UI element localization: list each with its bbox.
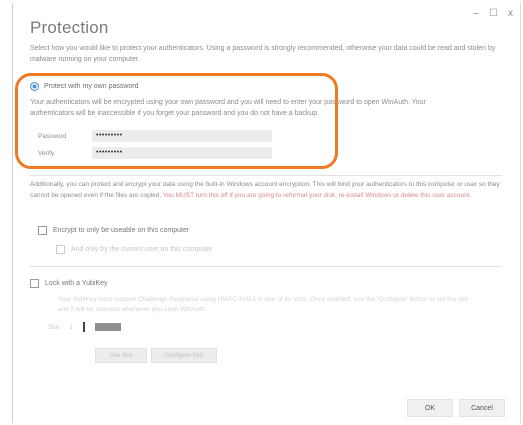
ok-button[interactable]: OK bbox=[407, 399, 453, 417]
cancel-button[interactable]: Cancel bbox=[459, 399, 505, 417]
slot-cursor bbox=[82, 322, 85, 332]
encrypt-option[interactable]: Encrypt to only be useable on this compu… bbox=[38, 226, 189, 235]
dialog-title: Protection bbox=[30, 18, 109, 37]
encrypt-checkbox[interactable] bbox=[38, 226, 47, 235]
windows-encryption-warning: You MUST turn this off if you are going … bbox=[162, 191, 472, 199]
yubikey-option[interactable]: Lock with a YubiKey bbox=[30, 279, 108, 288]
divider bbox=[30, 175, 502, 176]
yubikey-slot-row: Slot 1 bbox=[48, 322, 121, 332]
windows-encryption-description: Additionally, you can protect and encryp… bbox=[30, 180, 505, 201]
maximize-icon[interactable]: ☐ bbox=[489, 9, 498, 19]
slot-label: Slot bbox=[48, 323, 60, 331]
encrypt-label: Encrypt to only be useable on this compu… bbox=[53, 227, 190, 234]
configure-slot-button: Configure Slot bbox=[151, 348, 217, 363]
protection-dialog bbox=[12, 3, 521, 423]
user-only-checkbox bbox=[56, 245, 65, 254]
user-only-label: And only by the current user on this com… bbox=[71, 246, 213, 253]
use-slot-button: Use Slot bbox=[95, 348, 147, 363]
minimize-icon[interactable]: – bbox=[473, 9, 479, 19]
yubikey-description: Your YubiKey must support Challenge-Resp… bbox=[58, 296, 469, 313]
close-icon[interactable]: x bbox=[508, 9, 513, 19]
divider bbox=[30, 266, 502, 267]
yubikey-label: Lock with a YubiKey bbox=[45, 280, 108, 287]
slot-number: 1 bbox=[69, 323, 73, 331]
slot-value-field bbox=[94, 323, 121, 331]
intro-description: Select how you would like to protect you… bbox=[30, 45, 496, 63]
highlight-annotation bbox=[15, 73, 338, 169]
yubikey-checkbox[interactable] bbox=[30, 279, 39, 288]
window-controls: – ☐ x bbox=[473, 9, 513, 19]
user-only-option: And only by the current user on this com… bbox=[56, 245, 212, 254]
